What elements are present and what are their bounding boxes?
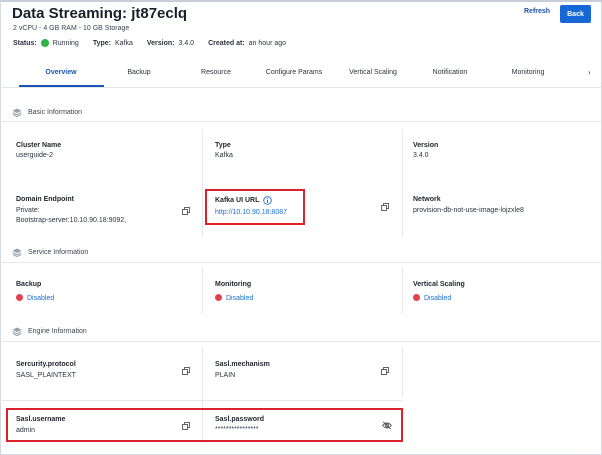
version-field-label: Version xyxy=(413,142,439,149)
security-protocol-value: SASL_PLAINTEXT xyxy=(16,372,76,379)
status-label: Status: xyxy=(13,39,37,47)
vertical-scaling-value: Disabled xyxy=(424,295,452,302)
page-title: Data Streaming: jt87eclq xyxy=(12,5,188,22)
layers-icon xyxy=(12,327,22,336)
status-row: Status: Running Type: Kafka Version: 3.4… xyxy=(13,39,300,47)
tab-monitoring[interactable]: Monitoring xyxy=(512,69,545,76)
backup-status: Disabled xyxy=(16,294,54,302)
tab-resource[interactable]: Resource xyxy=(201,69,231,76)
tab-notification[interactable]: Notification xyxy=(433,69,468,76)
vertical-scaling-label: Vertical Scaling xyxy=(413,281,465,288)
tab-backup[interactable]: Backup xyxy=(127,69,150,76)
tab-configure-params[interactable]: Configure Params xyxy=(266,69,322,76)
network-label: Network xyxy=(413,196,441,203)
layers-icon xyxy=(12,108,22,117)
version-value: 3.4.0 xyxy=(178,39,195,47)
resource-specs: 2 vCPU - 4 GB RAM - 10 GB Storage xyxy=(13,25,130,32)
created-group: Created at: an hour ago xyxy=(208,40,286,47)
column-divider xyxy=(402,268,403,314)
back-button[interactable]: Back xyxy=(560,5,591,23)
security-protocol-label: Sercurity.protocol xyxy=(16,361,76,368)
status-value: Running xyxy=(52,39,79,47)
status-group: Status: Running xyxy=(13,39,79,47)
created-label: Created at: xyxy=(208,39,245,47)
copy-icon[interactable] xyxy=(381,367,389,375)
active-tab-indicator xyxy=(19,85,104,87)
type-field-label: Type xyxy=(215,142,231,149)
tab-overview[interactable]: Overview xyxy=(45,69,76,76)
monitoring-label: Monitoring xyxy=(215,281,252,288)
divider xyxy=(0,262,602,263)
backup-value: Disabled xyxy=(27,295,55,302)
engine-info-heading: Engine Information xyxy=(12,327,87,336)
basic-info-heading: Basic Information xyxy=(12,108,82,117)
vertical-scaling-status: Disabled xyxy=(413,294,451,302)
type-value: Kafka xyxy=(114,39,133,47)
type-field-value: Kafka xyxy=(215,152,233,159)
refresh-button[interactable]: Refresh xyxy=(524,8,550,15)
highlight-box xyxy=(6,408,403,442)
copy-icon[interactable] xyxy=(182,207,190,215)
basic-info-title: Basic Information xyxy=(28,109,83,116)
column-divider xyxy=(202,130,203,236)
disabled-status-icon xyxy=(16,294,23,301)
divider xyxy=(0,341,602,342)
copy-icon[interactable] xyxy=(381,203,389,211)
cluster-name-label: Cluster Name xyxy=(16,142,62,149)
column-divider xyxy=(402,130,403,236)
version-field-value: 3.4.0 xyxy=(413,152,429,159)
tab-scroll-right-icon[interactable]: › xyxy=(588,68,591,77)
sasl-mechanism-label: Sasl.mechanism xyxy=(215,361,270,368)
domain-endpoint-line2: Bootstrap-server:10.10.90.18:9092, xyxy=(16,217,127,224)
domain-endpoint-label: Domain Endpoint xyxy=(16,196,74,203)
type-group: Type: Kafka xyxy=(93,40,133,47)
divider xyxy=(0,121,602,122)
copy-icon[interactable] xyxy=(182,367,190,375)
monitoring-status: Disabled xyxy=(215,294,253,302)
running-status-icon xyxy=(40,39,49,47)
type-label: Type: xyxy=(92,39,111,47)
column-divider xyxy=(202,268,203,314)
layers-icon xyxy=(12,248,22,257)
network-value: provision-db-not-use-image-lojzxle8 xyxy=(413,207,524,214)
version-group: Version: 3.4.0 xyxy=(147,40,194,47)
service-info-title: Service Information xyxy=(28,249,89,256)
tab-vertical-scaling[interactable]: Vertical Scaling xyxy=(349,69,397,76)
domain-endpoint-line1: Private: xyxy=(16,207,40,214)
version-label: Version: xyxy=(146,39,175,47)
disabled-status-icon xyxy=(215,294,222,301)
divider xyxy=(0,400,402,401)
backup-label: Backup xyxy=(16,281,42,288)
created-value: an hour ago xyxy=(248,39,287,47)
highlight-box xyxy=(205,189,305,225)
sasl-mechanism-value: PLAIN xyxy=(215,372,236,379)
tab-bar: Overview Backup Resource Configure Param… xyxy=(0,61,602,88)
column-divider xyxy=(402,348,403,396)
service-info-heading: Service Information xyxy=(12,248,88,257)
monitoring-value: Disabled xyxy=(226,295,254,302)
engine-info-title: Engine Information xyxy=(28,328,87,335)
disabled-status-icon xyxy=(413,294,420,301)
cluster-name-value: userguide-2 xyxy=(16,152,53,159)
